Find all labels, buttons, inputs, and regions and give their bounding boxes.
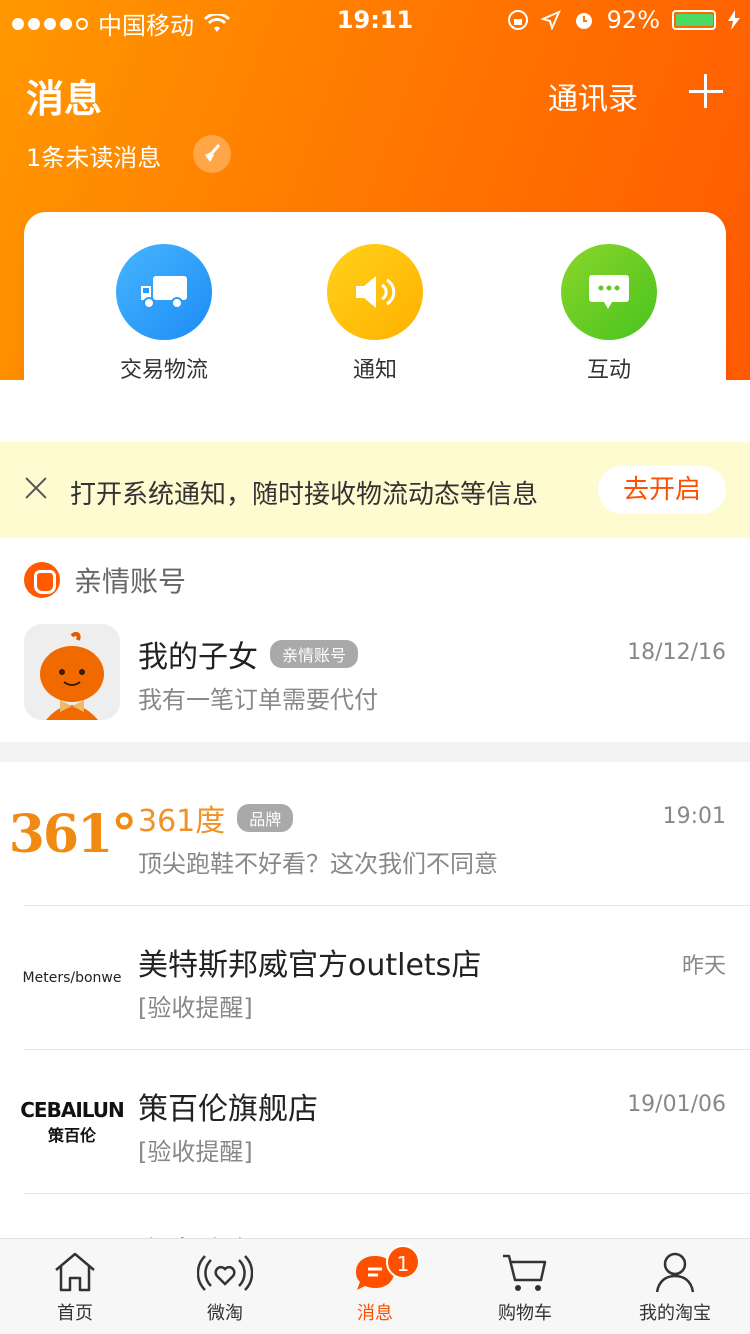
banner-text: 打开系统通知，随时接收物流动态等信息 xyxy=(70,480,539,510)
status-bar: 中国移动 19:11 92% xyxy=(0,0,750,40)
heart-wave-icon xyxy=(150,1247,300,1297)
message-time: 18/12/16 xyxy=(627,640,726,665)
message-preview: [验收提醒] xyxy=(138,1138,253,1166)
notification-banner: 打开系统通知，随时接收物流动态等信息 去开启 xyxy=(0,442,750,538)
tab-label: 购物车 xyxy=(498,1303,552,1324)
message-preview: 我有一笔订单需要代付 xyxy=(138,686,378,714)
charging-icon xyxy=(728,10,740,30)
category-trade-logistics[interactable]: 交易物流 xyxy=(84,244,244,384)
list-item[interactable]: CEBAILUN 策百伦 策百伦旗舰店 [验收提醒] 19/01/06 xyxy=(0,1050,750,1194)
tab-home[interactable]: 首页 xyxy=(0,1247,150,1325)
account-tag: 亲情账号 xyxy=(270,640,359,668)
tab-label: 微淘 xyxy=(207,1303,243,1324)
family-account-icon xyxy=(24,562,60,598)
speaker-icon xyxy=(327,244,423,340)
battery-percent: 92% xyxy=(606,6,660,34)
tab-messages[interactable]: 1 消息 xyxy=(300,1245,450,1325)
tab-label: 消息 xyxy=(357,1303,393,1324)
page-title: 消息 xyxy=(26,77,103,121)
message-icon xyxy=(300,1247,450,1297)
store-name: 361度 xyxy=(138,804,226,839)
brand-logo: Meters/bonwe xyxy=(22,970,122,986)
category-notice[interactable]: 通知 xyxy=(295,244,455,384)
broom-icon[interactable] xyxy=(193,135,231,173)
battery-icon xyxy=(672,10,716,30)
brand-logo: CEBAILUN 策百伦 xyxy=(20,1098,125,1145)
tab-label: 我的淘宝 xyxy=(639,1303,711,1324)
home-icon xyxy=(0,1247,150,1297)
message-preview: [验收提醒] xyxy=(138,994,253,1022)
tab-my-taobao[interactable]: 我的淘宝 xyxy=(600,1247,750,1325)
alarm-icon xyxy=(575,13,592,29)
message-time: 19/01/06 xyxy=(627,1092,726,1117)
tab-label: 首页 xyxy=(57,1303,93,1324)
store-name: 策百伦旗舰店 xyxy=(138,1092,318,1127)
truck-icon xyxy=(116,244,212,340)
message-preview: 顶尖跑鞋不好看？这次我们不同意 xyxy=(138,850,498,878)
list-item[interactable]: Meters/bonwe 美特斯邦威官方outlets店 [验收提醒] 昨天 xyxy=(0,906,750,1050)
section-title: 亲情账号 xyxy=(74,565,187,598)
tab-cart[interactable]: 购物车 xyxy=(450,1247,600,1325)
chat-icon xyxy=(561,244,657,340)
enable-notifications-button[interactable]: 去开启 xyxy=(598,466,726,514)
unread-badge: 1 xyxy=(386,1245,420,1279)
avatar xyxy=(24,624,120,720)
profile-icon xyxy=(600,1247,750,1297)
family-row[interactable]: 我的子女 亲情账号 我有一笔订单需要代付 18/12/16 xyxy=(24,624,726,720)
store-name: 淘宝头条 xyxy=(138,1228,258,1238)
message-list: 361° 361度 品牌 顶尖跑鞋不好看？这次我们不同意 19:01 Meter… xyxy=(0,762,750,1238)
tab-bar: 首页 微淘 1 消息 购物车 我的淘宝 xyxy=(0,1238,750,1334)
brand-tag: 品牌 xyxy=(237,804,294,832)
brand-logo xyxy=(24,1218,120,1238)
spacer xyxy=(0,380,750,442)
location-icon xyxy=(540,10,561,30)
message-time: 19:01 xyxy=(662,804,726,829)
cart-icon xyxy=(450,1247,600,1297)
add-icon[interactable] xyxy=(684,70,728,114)
contacts-button[interactable]: 通讯录 xyxy=(548,74,638,118)
list-item[interactable]: 361° 361度 品牌 顶尖跑鞋不好看？这次我们不同意 19:01 xyxy=(0,762,750,906)
rotation-lock-icon xyxy=(507,10,528,30)
message-time: 昨天 xyxy=(681,954,726,979)
contact-name: 我的子女 xyxy=(138,640,258,675)
unread-count: 1条未读消息 xyxy=(26,144,162,172)
tab-weitao[interactable]: 微淘 xyxy=(150,1247,300,1325)
family-section: 亲情账号 我的子女 亲情账号 我有一笔订单需要代付 18/12/16 xyxy=(0,538,750,742)
close-icon[interactable] xyxy=(24,476,48,500)
store-name: 美特斯邦威官方outlets店 xyxy=(138,948,482,983)
brand-logo: 361° xyxy=(8,803,138,865)
list-item[interactable]: 淘宝头条 xyxy=(0,1194,750,1238)
category-interaction[interactable]: 互动 xyxy=(529,244,689,384)
